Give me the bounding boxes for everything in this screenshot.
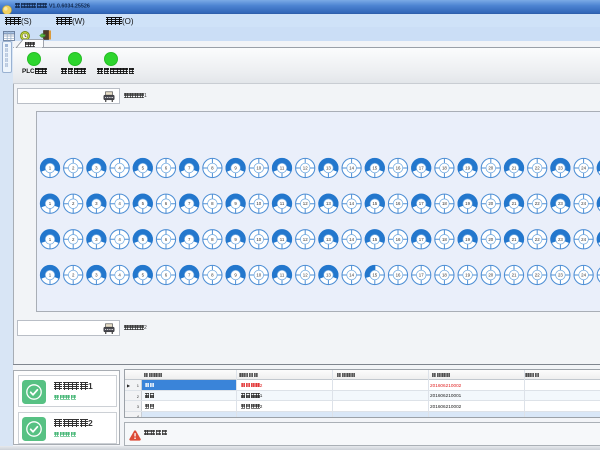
svg-text:23: 23: [558, 166, 563, 171]
svg-text:11: 11: [280, 201, 285, 206]
svg-text:15: 15: [372, 201, 377, 206]
svg-text:14: 14: [349, 201, 354, 206]
svg-text:13: 13: [326, 166, 331, 171]
svg-text:16: 16: [396, 237, 401, 242]
svg-text:10: 10: [256, 201, 261, 206]
svg-text:18: 18: [442, 201, 447, 206]
svg-text:12: 12: [303, 201, 308, 206]
svg-text:24: 24: [581, 237, 586, 242]
svg-text:17: 17: [419, 237, 424, 242]
svg-text:17: 17: [419, 166, 424, 171]
svg-text:22: 22: [535, 237, 540, 242]
svg-text:10: 10: [256, 237, 261, 242]
svg-text:24: 24: [581, 166, 586, 171]
svg-text:14: 14: [349, 273, 354, 278]
svg-text:19: 19: [465, 201, 470, 206]
svg-text:23: 23: [558, 201, 563, 206]
svg-text:10: 10: [256, 273, 261, 278]
svg-text:21: 21: [512, 273, 517, 278]
svg-text:17: 17: [419, 201, 424, 206]
svg-text:18: 18: [442, 166, 447, 171]
svg-text:24: 24: [581, 273, 586, 278]
svg-text:16: 16: [396, 201, 401, 206]
svg-text:23: 23: [558, 237, 563, 242]
svg-text:11: 11: [280, 166, 285, 171]
svg-text:12: 12: [303, 166, 308, 171]
svg-text:14: 14: [349, 237, 354, 242]
svg-text:21: 21: [512, 237, 517, 242]
svg-text:18: 18: [442, 273, 447, 278]
svg-text:18: 18: [442, 237, 447, 242]
svg-text:19: 19: [465, 237, 470, 242]
svg-text:22: 22: [535, 201, 540, 206]
svg-text:16: 16: [396, 166, 401, 171]
svg-text:10: 10: [256, 166, 261, 171]
svg-text:15: 15: [372, 166, 377, 171]
svg-text:15: 15: [372, 237, 377, 242]
svg-text:12: 12: [303, 237, 308, 242]
svg-text:16: 16: [396, 273, 401, 278]
svg-text:20: 20: [488, 201, 493, 206]
svg-text:22: 22: [535, 273, 540, 278]
svg-text:22: 22: [535, 166, 540, 171]
svg-text:20: 20: [488, 237, 493, 242]
svg-text:15: 15: [372, 273, 377, 278]
svg-text:11: 11: [280, 273, 285, 278]
svg-text:12: 12: [303, 273, 308, 278]
svg-text:13: 13: [326, 237, 331, 242]
svg-text:21: 21: [512, 166, 517, 171]
svg-text:13: 13: [326, 273, 331, 278]
svg-text:19: 19: [465, 273, 470, 278]
svg-text:21: 21: [512, 201, 517, 206]
svg-text:11: 11: [280, 237, 285, 242]
svg-text:20: 20: [488, 166, 493, 171]
svg-text:23: 23: [558, 273, 563, 278]
svg-text:17: 17: [419, 273, 424, 278]
svg-text:19: 19: [465, 166, 470, 171]
svg-text:20: 20: [488, 273, 493, 278]
svg-text:14: 14: [349, 166, 354, 171]
svg-text:13: 13: [326, 201, 331, 206]
svg-text:24: 24: [581, 201, 586, 206]
